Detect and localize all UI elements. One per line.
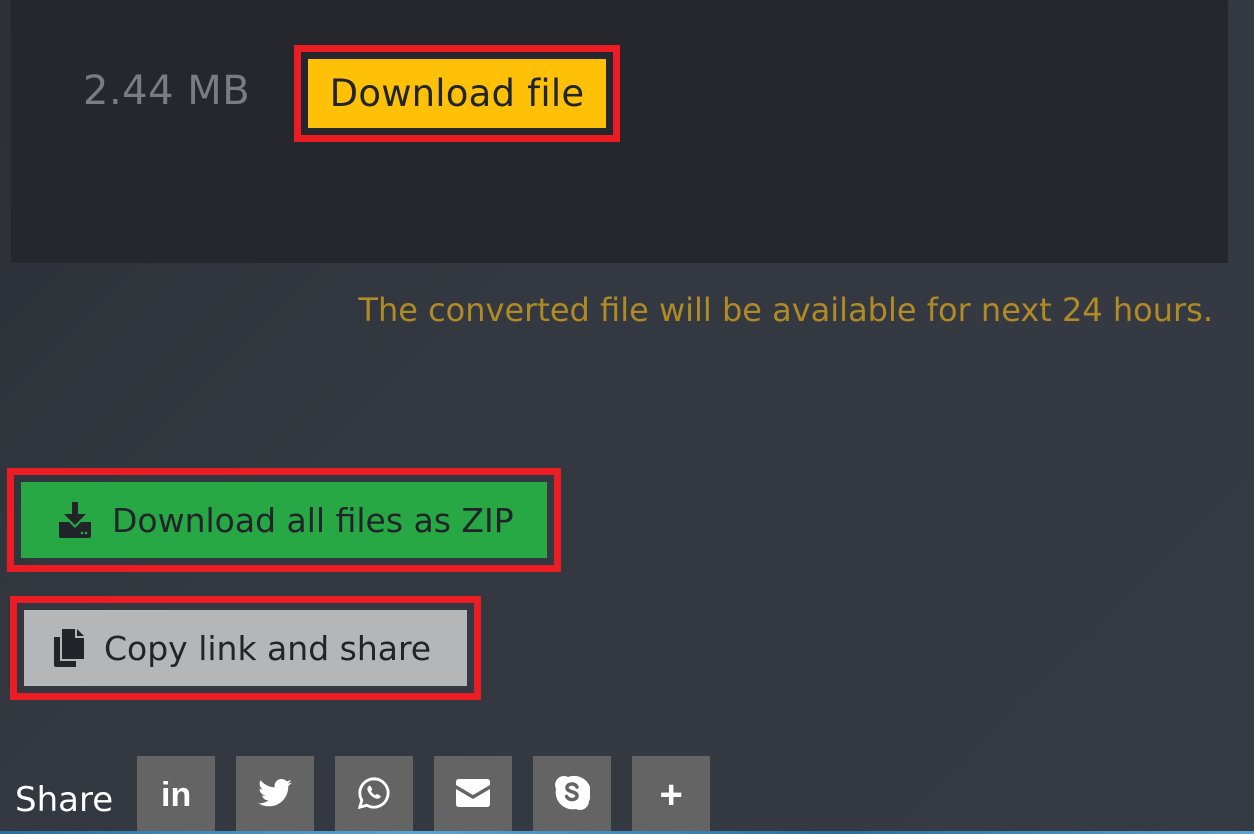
file-size: 2.44 MB bbox=[83, 68, 251, 114]
twitter-icon bbox=[258, 779, 292, 811]
download-zip-button[interactable]: Download all files as ZIP bbox=[21, 482, 547, 558]
copy-link-button[interactable]: Copy link and share bbox=[24, 610, 467, 686]
skype-icon bbox=[554, 775, 592, 815]
share-twitter-button[interactable] bbox=[236, 756, 315, 834]
whatsapp-icon bbox=[357, 776, 391, 814]
copy-icon bbox=[54, 629, 84, 667]
download-zip-label: Download all files as ZIP bbox=[112, 500, 514, 540]
envelope-icon bbox=[456, 779, 491, 811]
download-icon bbox=[58, 502, 92, 538]
share-bar: Share in + bbox=[15, 756, 731, 834]
download-file-highlight: Download file bbox=[294, 45, 620, 142]
download-zip-highlight: Download all files as ZIP bbox=[7, 468, 561, 572]
share-email-button[interactable] bbox=[434, 756, 513, 834]
plus-icon: + bbox=[659, 772, 683, 817]
share-linkedin-button[interactable]: in bbox=[137, 756, 216, 834]
share-more-button[interactable]: + bbox=[632, 756, 711, 834]
share-skype-button[interactable] bbox=[533, 756, 612, 834]
copy-link-highlight: Copy link and share bbox=[10, 596, 481, 700]
availability-notice: The converted file will be available for… bbox=[358, 291, 1213, 329]
share-whatsapp-button[interactable] bbox=[335, 756, 414, 834]
linkedin-icon: in bbox=[161, 775, 192, 814]
copy-link-label: Copy link and share bbox=[104, 628, 432, 668]
share-label: Share bbox=[15, 780, 114, 820]
download-file-button[interactable]: Download file bbox=[308, 59, 606, 128]
